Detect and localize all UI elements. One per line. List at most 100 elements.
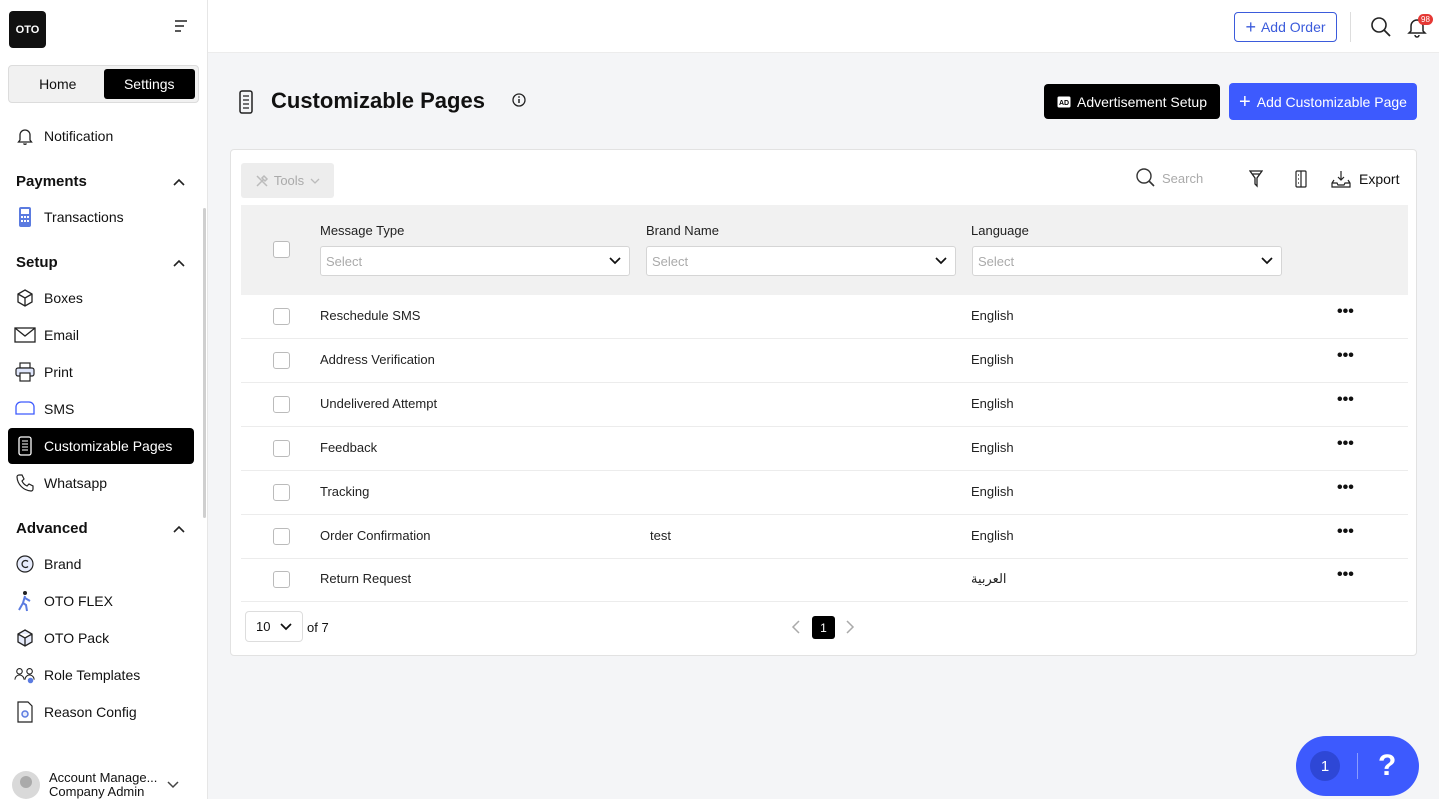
section-payments[interactable]: Payments xyxy=(16,173,186,190)
table-row[interactable]: Tracking English ••• xyxy=(241,471,1408,515)
avatar xyxy=(12,771,40,799)
table-row[interactable]: Return Request العربية ••• xyxy=(241,558,1408,602)
table-row[interactable]: Address Verification English ••• xyxy=(241,339,1408,383)
select-placeholder: Select xyxy=(326,253,363,269)
column-header-message-type[interactable]: Message Type xyxy=(320,223,404,238)
row-checkbox[interactable] xyxy=(273,396,290,413)
sidebar-item-print[interactable]: Print xyxy=(8,354,194,390)
row-checkbox[interactable] xyxy=(273,484,290,501)
export-button[interactable]: Export xyxy=(1331,170,1399,188)
search-icon xyxy=(1136,168,1155,187)
sidebar-item-oto-flex[interactable]: OTO FLEX xyxy=(8,583,194,619)
row-actions-menu[interactable]: ••• xyxy=(1337,435,1354,453)
export-icon xyxy=(1331,171,1351,188)
chevron-down-icon xyxy=(310,178,320,184)
sidebar-scrollbar[interactable] xyxy=(203,208,206,518)
row-checkbox[interactable] xyxy=(273,571,290,588)
account-role: Company Admin xyxy=(49,784,145,799)
brand-name-filter-select[interactable]: Select xyxy=(646,246,956,276)
tools-dropdown[interactable]: Tools xyxy=(241,163,334,198)
column-header-language[interactable]: Language xyxy=(971,223,1029,238)
sidebar-item-brand[interactable]: Brand xyxy=(8,546,194,582)
add-order-button[interactable]: + Add Order xyxy=(1234,12,1337,42)
sidebar-item-label: Role Templates xyxy=(44,667,141,683)
sidebar-item-transactions[interactable]: Transactions xyxy=(8,199,194,235)
section-advanced[interactable]: Advanced xyxy=(16,520,186,537)
select-all-checkbox[interactable] xyxy=(273,241,290,258)
sidebar-item-role-templates[interactable]: Role Templates xyxy=(8,657,194,693)
filter-icon[interactable] xyxy=(1249,170,1263,188)
section-title: Setup xyxy=(16,254,58,271)
sidebar-item-reason-config[interactable]: Reason Config xyxy=(8,694,194,730)
box-icon xyxy=(14,287,36,309)
info-icon[interactable] xyxy=(512,93,526,107)
courier-icon xyxy=(14,590,36,612)
table-row[interactable]: Feedback English ••• xyxy=(241,427,1408,471)
row-actions-menu[interactable]: ••• xyxy=(1337,566,1354,584)
sidebar-item-whatsapp[interactable]: Whatsapp xyxy=(8,465,194,501)
sidebar-item-sms[interactable]: SMS xyxy=(8,391,194,427)
chevron-down-icon xyxy=(167,781,179,789)
table-card: Tools Search Export Message Type Brand N… xyxy=(230,149,1417,656)
svg-text:AD: AD xyxy=(1059,100,1069,107)
add-customizable-page-button[interactable]: + Add Customizable Page xyxy=(1229,83,1417,120)
page-size-select[interactable]: 10 xyxy=(245,611,303,642)
table-row[interactable]: Order Confirmation test English ••• xyxy=(241,515,1408,559)
row-checkbox[interactable] xyxy=(273,528,290,545)
sidebar-item-label: Transactions xyxy=(44,209,124,225)
sidebar-item-boxes[interactable]: Boxes xyxy=(8,280,194,316)
sidebar-item-customizable-pages[interactable]: Customizable Pages xyxy=(8,428,194,464)
section-title: Payments xyxy=(16,173,87,190)
table-row[interactable]: Undelivered Attempt English ••• xyxy=(241,383,1408,427)
divider xyxy=(1350,12,1351,42)
home-tab[interactable]: Home xyxy=(12,69,104,99)
language-cell: العربية xyxy=(971,571,1007,586)
columns-icon[interactable] xyxy=(1294,170,1308,188)
column-header-brand-name[interactable]: Brand Name xyxy=(646,223,719,238)
chevron-right-icon[interactable] xyxy=(845,620,855,634)
row-checkbox[interactable] xyxy=(273,352,290,369)
printer-icon xyxy=(14,361,36,383)
copyright-icon xyxy=(14,553,36,575)
message-type-filter-select[interactable]: Select xyxy=(320,246,630,276)
language-filter-select[interactable]: Select xyxy=(972,246,1282,276)
bell-icon xyxy=(14,125,36,147)
table-row[interactable]: Reschedule SMS English ••• xyxy=(241,295,1408,339)
sidebar-item-label: Email xyxy=(44,327,80,343)
add-customizable-page-label: Add Customizable Page xyxy=(1256,93,1407,110)
section-title: Advanced xyxy=(16,520,88,537)
section-setup[interactable]: Setup xyxy=(16,254,186,271)
collapse-menu-icon[interactable] xyxy=(172,18,190,34)
sidebar-item-label: SMS xyxy=(44,401,75,417)
advertisement-setup-button[interactable]: AD Advertisement Setup xyxy=(1044,84,1220,119)
sidebar-item-label: Boxes xyxy=(44,290,83,306)
page-size-value: 10 xyxy=(256,619,271,634)
row-checkbox[interactable] xyxy=(273,308,290,325)
row-actions-menu[interactable]: ••• xyxy=(1337,303,1354,321)
ad-icon: AD xyxy=(1057,96,1071,107)
message-type-cell: Order Confirmation xyxy=(320,528,431,543)
page-button[interactable]: 1 xyxy=(812,616,835,639)
row-actions-menu[interactable]: ••• xyxy=(1337,479,1354,497)
row-actions-menu[interactable]: ••• xyxy=(1337,347,1354,365)
sidebar-item-email[interactable]: Email xyxy=(8,317,194,353)
search-icon[interactable] xyxy=(1370,16,1392,38)
sidebar-item-notification[interactable]: Notification xyxy=(8,118,194,154)
table-search[interactable]: Search xyxy=(1136,168,1203,188)
chevron-left-icon[interactable] xyxy=(791,620,801,634)
message-type-cell: Undelivered Attempt xyxy=(320,396,438,411)
mode-toggle: Home Settings xyxy=(8,65,199,103)
row-actions-menu[interactable]: ••• xyxy=(1337,523,1354,541)
settings-tab[interactable]: Settings xyxy=(103,69,195,99)
oto-logo[interactable]: OTO xyxy=(9,11,46,48)
help-widget[interactable]: 1 ? xyxy=(1296,736,1419,796)
brand-name-cell: test xyxy=(650,528,671,543)
plus-icon: + xyxy=(1245,17,1256,37)
envelope-icon xyxy=(14,324,36,346)
row-checkbox[interactable] xyxy=(273,440,290,457)
sidebar-item-oto-pack[interactable]: OTO Pack xyxy=(8,620,194,656)
export-label: Export xyxy=(1359,171,1400,187)
row-actions-menu[interactable]: ••• xyxy=(1337,391,1354,409)
account-menu[interactable]: Account Manage... Company Admin xyxy=(12,770,197,799)
tools-icon xyxy=(256,174,268,187)
